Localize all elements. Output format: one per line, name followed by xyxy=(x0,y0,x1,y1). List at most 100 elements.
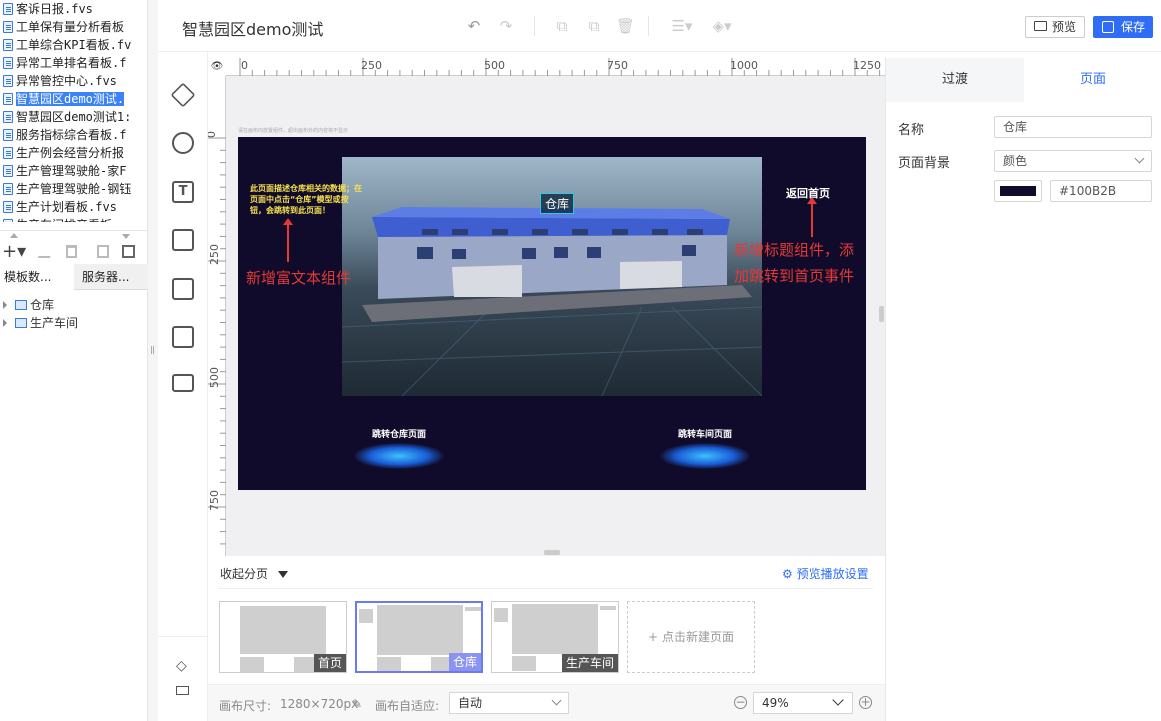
edit-size-icon[interactable]: ✎ xyxy=(352,697,362,711)
collapse-pages-toggle[interactable]: 收起分页 xyxy=(220,565,288,582)
warehouse-label[interactable]: 仓库 xyxy=(540,193,575,214)
artboard[interactable]: 仓库 此页面描述仓库相关的数据；在页面中点击“仓库”模型或按钮，会跳转到此页面！… xyxy=(238,137,866,490)
left-tabs: 模板数... 服务器... xyxy=(0,264,148,290)
thumb-block xyxy=(512,656,536,671)
tree-item-workshop[interactable]: 生产车间 xyxy=(0,314,148,332)
file-item[interactable]: 客诉日报.fvs xyxy=(0,0,148,18)
chart-icon[interactable] xyxy=(172,132,194,154)
copy-icon[interactable] xyxy=(97,245,109,258)
keyboard-icon[interactable] xyxy=(176,686,189,695)
thumb-block xyxy=(600,606,616,610)
tab-page[interactable]: 页面 xyxy=(1024,58,1161,102)
resize-handle[interactable] xyxy=(879,306,884,322)
zoom-select[interactable]: 49% xyxy=(753,692,853,714)
component-toolbar: T ◇ xyxy=(158,52,208,721)
widget-icon[interactable] xyxy=(172,278,194,300)
text-icon[interactable]: T xyxy=(172,181,194,203)
thumb-block xyxy=(240,606,326,654)
tab-template-data[interactable]: 模板数... xyxy=(0,264,74,290)
tab-transition[interactable]: 过渡 xyxy=(886,58,1024,102)
tab-server[interactable]: 服务器... xyxy=(78,264,144,290)
name-label: 名称 xyxy=(898,123,925,138)
file-item[interactable]: 智慧园区demo测试. xyxy=(0,90,148,108)
media-icon[interactable] xyxy=(172,229,194,251)
table-component-icon[interactable] xyxy=(172,326,194,348)
dataset-tree: 仓库 生产车间 xyxy=(0,296,148,332)
3d-model-icon[interactable] xyxy=(170,82,196,108)
color-swatch[interactable] xyxy=(994,180,1042,202)
layer-order-icon[interactable]: ◈▾ xyxy=(710,18,734,34)
tree-item-warehouse[interactable]: 仓库 xyxy=(0,296,148,314)
collapse-down-icon[interactable] xyxy=(122,234,130,239)
add-icon[interactable]: +▾ xyxy=(2,243,26,261)
file-item[interactable]: 异常管控中心.fvs xyxy=(0,72,148,90)
file-icon xyxy=(3,75,13,87)
file-item[interactable]: 生产例会经营分析报 xyxy=(0,144,148,162)
table-icon xyxy=(15,318,27,328)
expand-arrow-icon[interactable] xyxy=(3,301,7,309)
button-glow xyxy=(660,443,750,469)
table-icon xyxy=(15,300,27,310)
file-name: 客诉日报.fvs xyxy=(16,2,93,16)
color-hex-field[interactable]: #100B2B xyxy=(1050,180,1152,202)
canvas-size-value: 1280×720px xyxy=(280,697,359,711)
edit-icon[interactable] xyxy=(37,246,55,258)
file-icon xyxy=(3,39,13,51)
file-item[interactable]: 生产车间排产看板 xyxy=(0,216,148,222)
file-item[interactable]: 生产计划看板.fvs xyxy=(0,198,148,216)
zoom-out-icon[interactable]: − xyxy=(734,696,747,709)
page-thumb-warehouse[interactable]: 仓库 xyxy=(355,601,483,673)
export-icon[interactable] xyxy=(122,245,135,258)
jump-warehouse-button[interactable]: 跳转仓库页面 xyxy=(352,413,446,471)
file-item[interactable]: 异常工单排名看板.f xyxy=(0,54,148,72)
undo-icon[interactable]: ↶ xyxy=(466,18,482,34)
panel-splitter[interactable] xyxy=(148,0,158,721)
layers-icon[interactable]: ◇ xyxy=(176,658,187,674)
preview-button[interactable]: 预览 xyxy=(1025,16,1085,38)
page-thumb-workshop[interactable]: 生产车间 xyxy=(491,601,619,673)
ruler-label: 750 xyxy=(607,59,628,72)
preview-settings-link[interactable]: ⚙ 预览播放设置 xyxy=(782,565,869,582)
page-thumb-home[interactable]: 首页 xyxy=(219,601,347,673)
file-item[interactable]: 智慧园区demo测试1: xyxy=(0,108,148,126)
canvas-hint: 请在画布内放置组件，超出画布外的内容将不显示 xyxy=(238,128,349,134)
new-page-button[interactable]: + 点击新建页面 xyxy=(627,601,755,673)
delete-icon[interactable] xyxy=(66,245,77,258)
rich-text-component[interactable]: 此页面描述仓库相关的数据；在页面中点击“仓库”模型或按钮，会跳转到此页面！ xyxy=(250,183,362,216)
file-icon xyxy=(3,183,13,195)
collapse-up-icon[interactable] xyxy=(10,233,18,238)
group-icon[interactable]: ⧉ xyxy=(554,18,570,34)
divider xyxy=(534,16,535,36)
zoom-in-icon[interactable]: + xyxy=(859,696,872,709)
bg-label: 页面背景 xyxy=(898,156,951,171)
ruler-label: 750 xyxy=(208,490,221,511)
ungroup-icon[interactable]: ⧉ xyxy=(586,18,602,34)
expand-arrow-icon[interactable] xyxy=(3,319,7,327)
button-glow xyxy=(354,443,444,469)
file-item[interactable]: 生产管理驾驶舱-钢钰 xyxy=(0,180,148,198)
save-button[interactable]: 保存 xyxy=(1093,16,1153,38)
page-name: 首页 xyxy=(313,654,346,672)
divider xyxy=(158,636,208,637)
delete-icon[interactable]: 🗑 xyxy=(616,18,635,34)
ruler-label: 250 xyxy=(361,59,382,72)
annotation-arrow xyxy=(807,197,817,237)
redo-icon[interactable]: ↷ xyxy=(498,18,514,34)
file-item[interactable]: 服务指标综合看板.f xyxy=(0,126,148,144)
align-icon[interactable]: ☰▾ xyxy=(670,18,694,34)
name-field[interactable]: 仓库 xyxy=(994,116,1152,138)
file-item[interactable]: 生产管理驾驶舱-家F xyxy=(0,162,148,180)
canvas-adapt-select[interactable]: 自动 xyxy=(449,692,569,714)
resize-handle[interactable] xyxy=(544,550,560,555)
bg-type-select[interactable]: 颜色 xyxy=(994,150,1152,172)
canvas-area[interactable]: 👁 0 250 500 750 1000 1250 0 250 500 750 … xyxy=(208,58,885,556)
file-item[interactable]: 工单保有量分析看板 xyxy=(0,18,148,36)
preview-settings-label: 预览播放设置 xyxy=(796,567,869,581)
file-toolbar: +▾ xyxy=(0,230,148,264)
container-icon[interactable] xyxy=(172,374,194,392)
eye-icon[interactable]: 👁 xyxy=(208,58,226,76)
warehouse-3d-model[interactable]: 仓库 xyxy=(342,157,762,396)
ruler-label: 500 xyxy=(208,367,221,388)
file-item[interactable]: 工单综合KPI看板.fv xyxy=(0,36,148,54)
jump-workshop-button[interactable]: 跳转车间页面 xyxy=(658,413,752,471)
